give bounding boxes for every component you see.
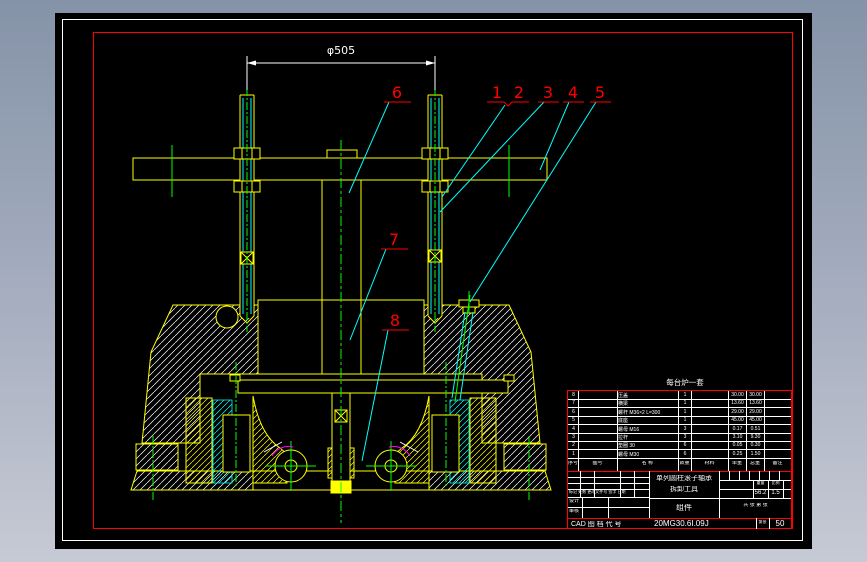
col-header-unitweight: 单重 — [731, 461, 742, 466]
product-name-line1: 单列圆柱滚子轴承 — [656, 475, 712, 482]
col-header-totalweight: 总重 — [749, 461, 760, 466]
drawing-number: 20MG30.6I.09J — [654, 520, 709, 528]
col-header-code: 图号 — [592, 461, 603, 466]
product-name-line2: 拆卸工具 — [670, 486, 698, 493]
callout-7: 7 — [389, 230, 399, 249]
design-label: 设计 — [569, 499, 580, 504]
callout-1: 1 — [492, 83, 502, 102]
callout-4: 4 — [568, 83, 578, 102]
page-number: 50 — [775, 520, 785, 528]
callout-6: 6 — [392, 83, 402, 102]
col-header-name: 名 称 — [641, 461, 654, 466]
page-label: 第张 — [758, 520, 767, 524]
scale-value: 1.5 — [771, 490, 780, 496]
cad-doc-label: CAD 图 档 代 号 — [571, 521, 622, 528]
sheets-text: 共 张 第 张 — [743, 503, 768, 508]
scale-label: 比例 — [771, 481, 780, 485]
housing-notch — [215, 305, 239, 329]
col-header-mat: 材料 — [704, 461, 715, 466]
weight-label: 重量 — [756, 481, 765, 485]
cad-application-window: φ505 1 2 3 4 5 6 7 8 每台炉一套 8 压盖 1 30.00 30.0… — [0, 0, 867, 562]
callout-2: 2 — [514, 83, 524, 102]
col-header-note: 备注 — [772, 461, 783, 466]
check-label: 审核 — [569, 509, 580, 514]
title-block: 8 压盖 1 30.00 30.00 7 横梁 1 13.60 13.60 6 螺杆 M36×2 L=… — [567, 390, 792, 529]
dimension-label: φ505 — [327, 44, 355, 57]
col-header-no: 序号 — [568, 461, 578, 466]
col-header-qty: 数量 — [679, 461, 690, 466]
callout-5: 5 — [595, 83, 605, 102]
assembly-label: 组件 — [676, 504, 692, 512]
revision-row: 标记 处数 更改文件号 签字 日期 — [569, 490, 626, 494]
crossbeam-plate — [132, 157, 548, 181]
callout-3: 3 — [543, 83, 553, 102]
callout-8: 8 — [390, 311, 400, 330]
weight-value: 56.2 — [754, 490, 767, 496]
drawing-note: 每台炉一套 — [666, 377, 704, 387]
